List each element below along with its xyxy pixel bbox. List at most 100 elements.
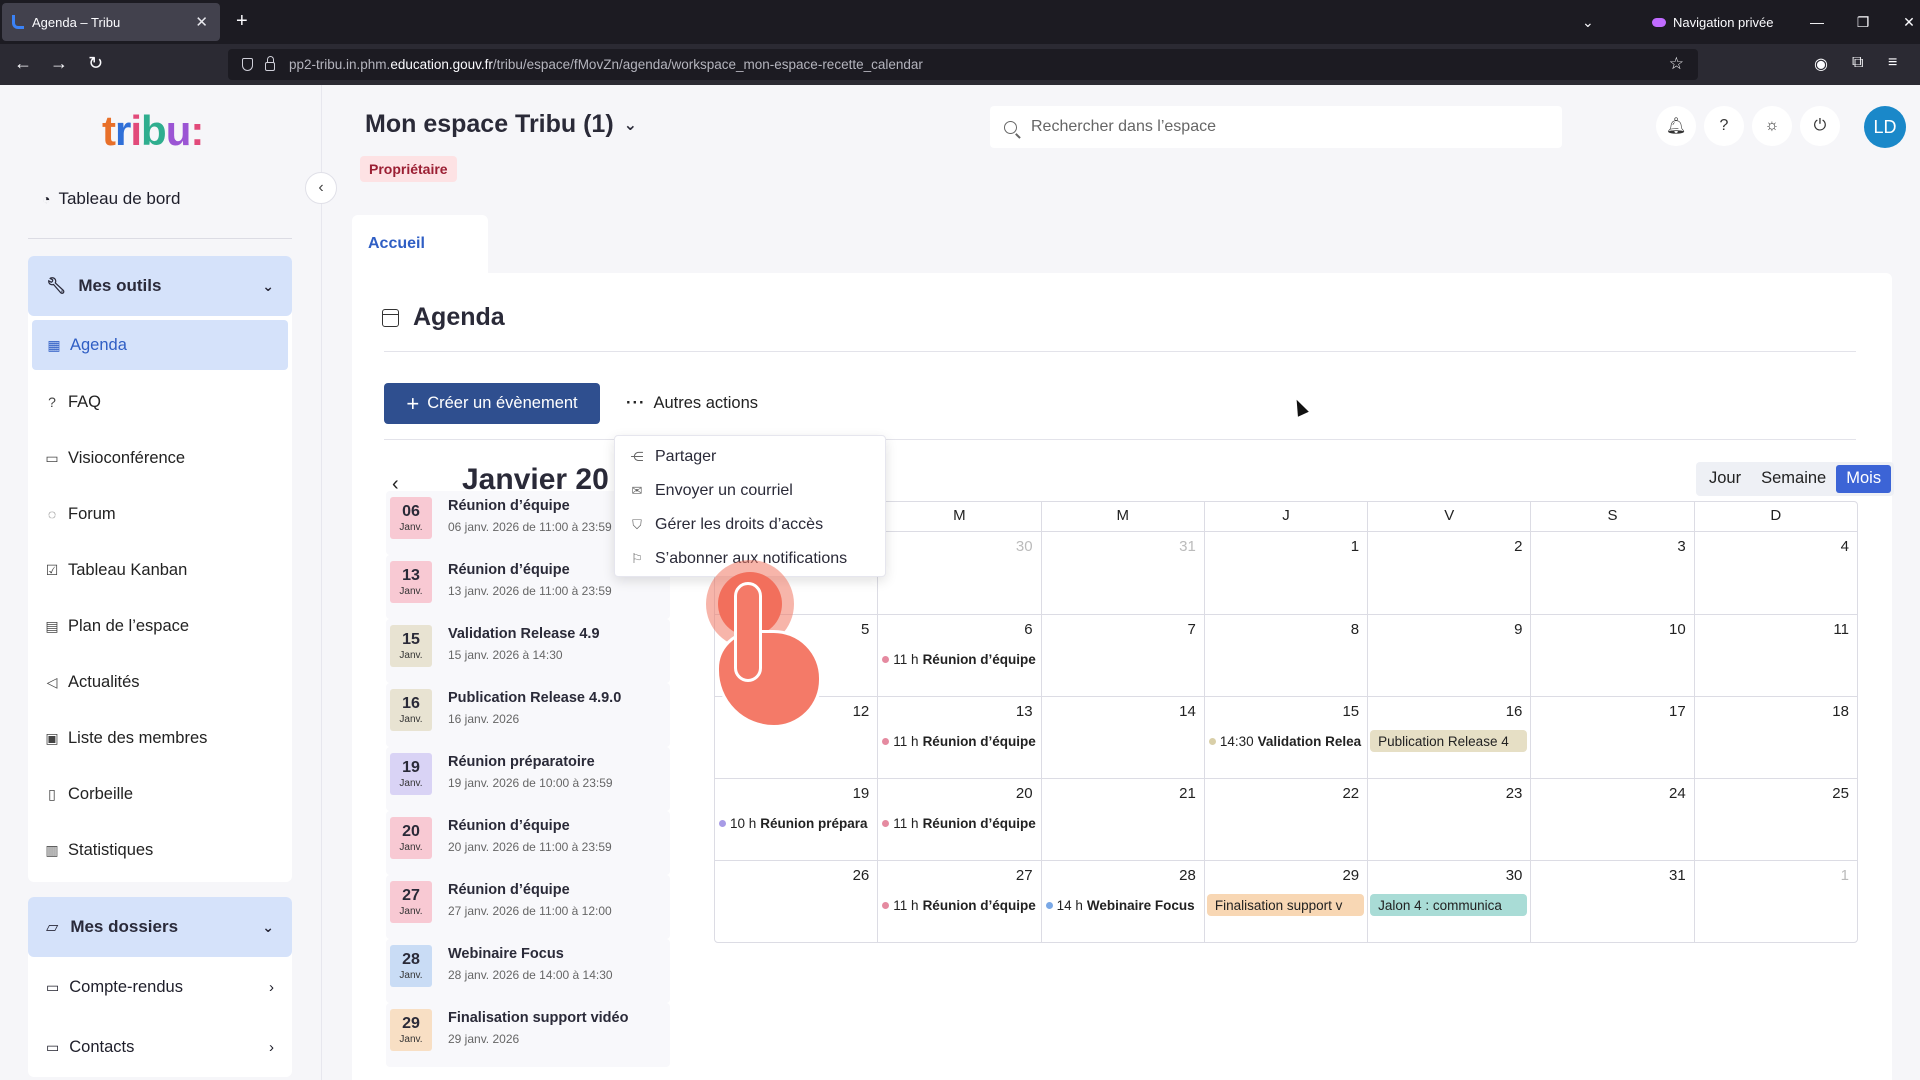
calendar-day[interactable]: 11 xyxy=(1693,615,1857,696)
event-list-item[interactable]: 19 Janv. Réunion préparatoire 19 janv. 2026… xyxy=(386,747,670,811)
calendar-allday-event[interactable]: Publication Release 4 xyxy=(1370,730,1528,752)
sidebar-item-visio[interactable]: ▭ Visioconférence xyxy=(28,430,292,486)
folders-header[interactable]: ▱ Mes dossiers ⌄ xyxy=(28,897,292,957)
restore-icon[interactable]: ❐ xyxy=(1840,14,1886,31)
list-tabs-chevron-icon[interactable]: ⌄ xyxy=(1582,0,1594,44)
calendar-day[interactable]: 16 Publication Release 4 xyxy=(1367,697,1530,778)
calendar-day[interactable]: 6 11 h Réunion d’équipe xyxy=(877,615,1040,696)
calendar-day[interactable]: 13 11 h Réunion d’équipe xyxy=(877,697,1040,778)
calendar-day[interactable]: 23 xyxy=(1367,779,1530,860)
calendar-day[interactable]: 27 11 h Réunion d’équipe xyxy=(877,861,1040,942)
event-list-item[interactable]: 27 Janv. Réunion d’équipe 27 janv. 2026 de … xyxy=(386,875,670,939)
calendar-event[interactable]: 14:30 Validation Relea xyxy=(1208,730,1365,752)
search-input[interactable]: Rechercher dans l’espace xyxy=(990,106,1562,148)
calendar-day[interactable]: 30 Jalon 4 : communica xyxy=(1367,861,1530,942)
close-window-icon[interactable]: ✕ xyxy=(1886,14,1920,31)
folder-contacts[interactable]: ▭ Contacts › xyxy=(28,1017,292,1077)
menu-icon[interactable]: ≡ xyxy=(1888,54,1897,72)
calendar-day[interactable]: 19 10 h Réunion prépara xyxy=(715,779,877,860)
tab-accueil[interactable]: Accueil xyxy=(352,215,488,277)
calendar-event[interactable]: 14 h Webinaire Focus xyxy=(1045,894,1202,916)
sidebar-item-stats[interactable]: ▥ Statistiques xyxy=(28,822,292,878)
calendar-day[interactable]: 18 xyxy=(1693,697,1857,778)
calendar-day[interactable]: 21 xyxy=(1040,779,1204,860)
day-number: 16 xyxy=(1505,703,1523,720)
calendar-day[interactable]: 3 xyxy=(1530,532,1693,614)
close-tab-icon[interactable]: ✕ xyxy=(195,13,208,31)
calendar-allday-event[interactable]: Finalisation support v xyxy=(1206,894,1365,916)
menu-item-email[interactable]: ✉ Envoyer un courriel xyxy=(615,474,885,508)
sidebar-item-kanban[interactable]: ☑ Tableau Kanban xyxy=(28,542,292,598)
browser-tab[interactable]: Agenda – Tribu ✕ xyxy=(2,3,220,41)
calendar-day[interactable]: 14 xyxy=(1040,697,1204,778)
forward-icon[interactable]: → xyxy=(50,53,68,74)
calendar-day[interactable]: 20 11 h Réunion d’équipe xyxy=(877,779,1040,860)
calendar-day[interactable]: 8 xyxy=(1203,615,1367,696)
space-title-dropdown[interactable]: Mon espace Tribu (1) ⌄ xyxy=(365,110,637,139)
calendar-day[interactable]: 31 xyxy=(1530,861,1693,942)
account-icon[interactable]: ◉ xyxy=(1814,54,1828,74)
view-month-button[interactable]: Mois xyxy=(1836,465,1892,493)
menu-item-access-rights[interactable]: ⛉ Gérer les droits d’accès xyxy=(615,508,885,542)
calendar-day[interactable]: 1 xyxy=(1693,861,1857,942)
calendar-event[interactable]: 11 h Réunion d’équipe xyxy=(882,648,1038,670)
sidebar-item-plan[interactable]: ▤ Plan de l’espace xyxy=(28,598,292,654)
event-list-item[interactable]: 16 Janv. Publication Release 4.9.0 16 janv.… xyxy=(386,683,670,747)
calendar-event[interactable]: 10 h Réunion prépara xyxy=(719,812,875,834)
dashboard-link[interactable]: ◔ Tableau de bord xyxy=(42,189,180,209)
calendar-day[interactable]: 26 xyxy=(715,861,877,942)
calendar-day[interactable]: 2 xyxy=(1367,532,1530,614)
menu-item-share[interactable]: ⋲ Partager xyxy=(615,440,885,474)
calendar-day[interactable]: 9 xyxy=(1367,615,1530,696)
folder-compte-rendus[interactable]: ▭ Compte-rendus › xyxy=(28,957,292,1017)
calendar-allday-event[interactable]: Jalon 4 : communica xyxy=(1370,894,1528,916)
new-tab-icon[interactable]: + xyxy=(236,10,248,33)
bookmark-star-icon[interactable]: ☆ xyxy=(1669,54,1684,74)
calendar-day[interactable]: 31 xyxy=(1040,532,1204,614)
sidebar-item-members[interactable]: ▣ Liste des membres xyxy=(28,710,292,766)
back-icon[interactable]: ← xyxy=(14,53,32,74)
calendar-day[interactable]: 28 14 h Webinaire Focus xyxy=(1040,861,1204,942)
collapse-sidebar-button[interactable]: ‹ xyxy=(305,172,337,204)
event-list-item[interactable]: 20 Janv. Réunion d’équipe 20 janv. 2026 de … xyxy=(386,811,670,875)
calendar-day[interactable]: 25 xyxy=(1693,779,1857,860)
calendar-day[interactable]: 24 xyxy=(1530,779,1693,860)
sidebar-item-forum[interactable]: ◌ Forum xyxy=(28,486,292,542)
sidebar-item-news[interactable]: ◁ Actualités xyxy=(28,654,292,710)
minimize-icon[interactable]: — xyxy=(1794,14,1840,30)
sidebar-item-agenda[interactable]: ▦ Agenda xyxy=(32,320,288,370)
tracking-shield-icon[interactable] xyxy=(242,58,253,71)
calendar-day[interactable]: 10 xyxy=(1530,615,1693,696)
tribu-logo[interactable]: tribu: xyxy=(102,107,204,155)
avatar[interactable]: LD xyxy=(1864,106,1906,148)
other-actions-button[interactable]: ··· Autres actions xyxy=(626,383,758,424)
calendar-day[interactable]: 1 xyxy=(1203,532,1367,614)
calendar-day[interactable]: 22 xyxy=(1203,779,1367,860)
event-list-item[interactable]: 29 Janv. Finalisation support vidéo 29 janv… xyxy=(386,1003,670,1067)
event-list-item[interactable]: 28 Janv. Webinaire Focus 28 janv. 2026 de 1… xyxy=(386,939,670,1003)
theme-sun-icon[interactable]: ☼ xyxy=(1752,106,1792,146)
view-day-button[interactable]: Jour xyxy=(1699,465,1751,493)
extensions-icon[interactable]: ⧉ xyxy=(1852,54,1863,72)
calendar-day[interactable]: 30 xyxy=(877,532,1040,614)
lock-icon[interactable] xyxy=(265,56,275,71)
calendar-day[interactable]: 15 14:30 Validation Relea xyxy=(1203,697,1367,778)
view-week-button[interactable]: Semaine xyxy=(1751,465,1836,493)
notifications-bell-icon[interactable]: 🔔︎ xyxy=(1656,106,1696,146)
power-icon[interactable]: ⏻ xyxy=(1800,106,1840,146)
help-circle-icon[interactable]: ? xyxy=(1704,106,1744,146)
tools-header[interactable]: 🔧︎ Mes outils ⌄ xyxy=(28,256,292,316)
sidebar-item-faq[interactable]: ? FAQ xyxy=(28,374,292,430)
calendar-event[interactable]: 11 h Réunion d’équipe xyxy=(882,812,1038,834)
calendar-day[interactable]: 29 Finalisation support v xyxy=(1203,861,1367,942)
sidebar-item-trash[interactable]: ▯ Corbeille xyxy=(28,766,292,822)
create-event-button[interactable]: + Créer un évènement xyxy=(384,383,600,424)
calendar-day[interactable]: 7 xyxy=(1040,615,1204,696)
url-bar[interactable]: pp2-tribu.in.phm. education.gouv.fr/tribu… xyxy=(228,49,1698,80)
event-list-item[interactable]: 15 Janv. Validation Release 4.9 15 janv. 20… xyxy=(386,619,670,683)
calendar-event[interactable]: 11 h Réunion d’équipe xyxy=(882,894,1038,916)
calendar-event[interactable]: 11 h Réunion d’équipe xyxy=(882,730,1038,752)
calendar-day[interactable]: 17 xyxy=(1530,697,1693,778)
calendar-day[interactable]: 4 xyxy=(1693,532,1857,614)
reload-icon[interactable]: ↻ xyxy=(88,53,103,74)
